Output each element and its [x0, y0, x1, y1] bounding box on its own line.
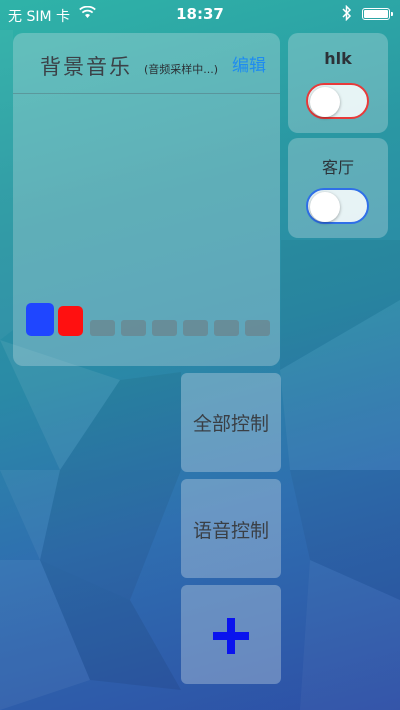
toggle-knob: [310, 87, 340, 117]
level-bar-6: [183, 320, 208, 336]
audio-sampling-status: (音频采样中...): [144, 63, 219, 76]
plus-icon: [213, 618, 249, 654]
divider: [13, 93, 280, 94]
all-control-label: 全部控制: [192, 413, 269, 435]
toggle-knob: [310, 192, 340, 222]
clock: 18:37: [176, 5, 224, 23]
music-title: 背景音乐: [40, 55, 132, 79]
level-bar-1: [26, 303, 54, 336]
device-name: hlk: [324, 49, 352, 68]
background-music-panel: 背景音乐 (音频采样中...) 编辑: [13, 33, 280, 366]
level-bar-5: [152, 320, 177, 336]
device-card-living-room: 客厅: [288, 138, 388, 238]
voice-control-label: 语音控制: [192, 520, 269, 542]
edit-button[interactable]: 编辑: [232, 51, 266, 76]
level-bar-3: [90, 320, 115, 336]
bluetooth-icon: [342, 5, 352, 21]
battery-icon: [362, 8, 393, 20]
add-button[interactable]: [181, 585, 281, 684]
device-name: 客厅: [321, 158, 354, 177]
status-bar: 无 SIM 卡 18:37: [0, 0, 400, 28]
level-bar-8: [245, 320, 270, 336]
device-toggle-living-room[interactable]: [306, 188, 369, 224]
level-bar-4: [121, 320, 146, 336]
level-bar-2: [58, 306, 83, 336]
device-card-hlk: hlk: [288, 33, 388, 133]
all-control-button[interactable]: 全部控制: [181, 373, 281, 472]
level-bar-7: [214, 320, 239, 336]
voice-control-button[interactable]: 语音控制: [181, 479, 281, 578]
device-toggle-hlk[interactable]: [306, 83, 369, 119]
